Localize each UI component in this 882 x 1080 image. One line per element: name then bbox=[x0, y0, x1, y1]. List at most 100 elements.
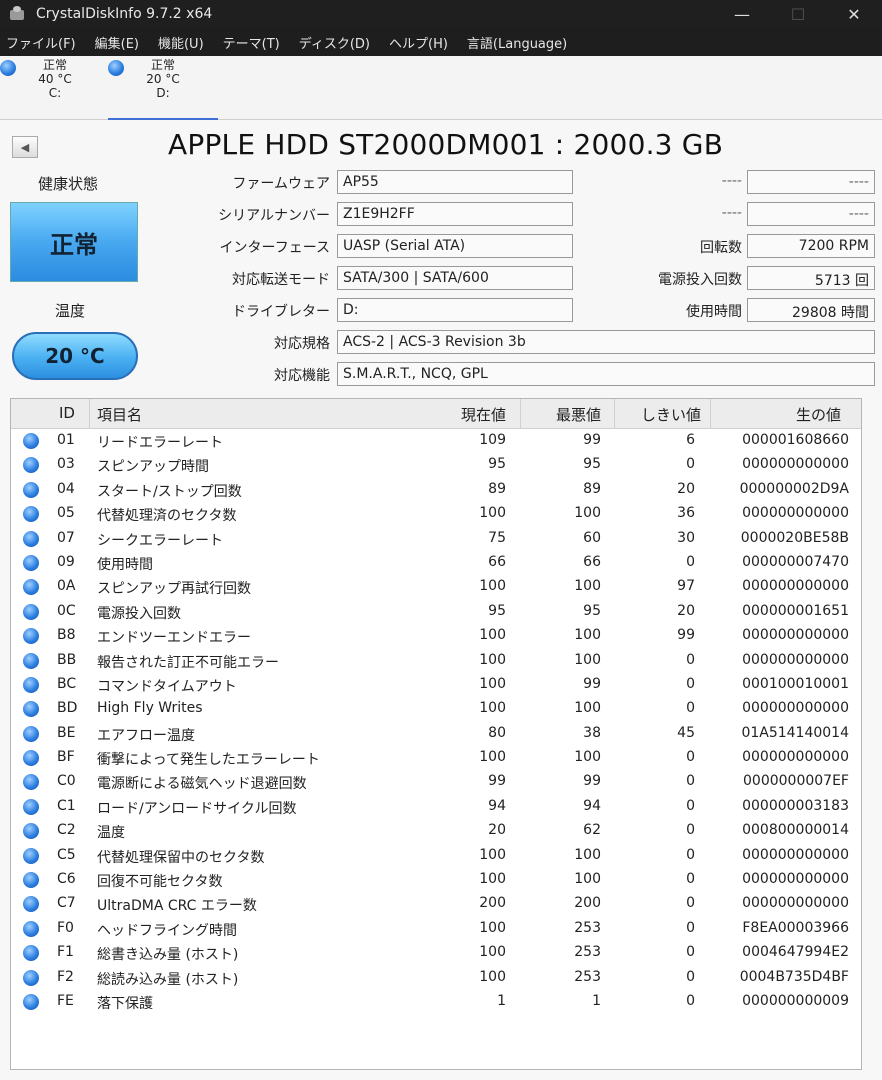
menu-help[interactable]: ヘルプ(H) bbox=[389, 33, 448, 52]
threshold-value: 0 bbox=[686, 871, 695, 888]
table-row[interactable]: BB 報告された訂正不可能エラー 100 100 0 000000000000 bbox=[11, 649, 861, 673]
attribute-name: シークエラーレート bbox=[97, 532, 223, 549]
header-divider bbox=[520, 399, 521, 429]
rotation-field: 7200 RPM bbox=[747, 234, 875, 258]
previous-disk-button[interactable]: ◀ bbox=[12, 136, 38, 158]
table-row[interactable]: C2 温度 20 62 0 000800000014 bbox=[11, 819, 861, 843]
raw-value: 000100010001 bbox=[742, 675, 849, 692]
table-row[interactable]: F0 ヘッドフライング時間 100 253 0 F8EA00003966 bbox=[11, 917, 861, 941]
drive-status: 正常 bbox=[150, 58, 175, 72]
header-raw[interactable]: 生の値 bbox=[796, 404, 841, 425]
attribute-id: C6 bbox=[57, 871, 76, 888]
raw-value: 0004647994E2 bbox=[742, 944, 849, 961]
header-name[interactable]: 項目名 bbox=[97, 404, 142, 425]
table-row[interactable]: FE 落下保護 1 1 0 000000000009 bbox=[11, 990, 861, 1014]
table-row[interactable]: 0C 電源投入回数 95 95 20 000000001651 bbox=[11, 600, 861, 624]
table-row[interactable]: C0 電源断による磁気ヘッド退避回数 99 99 0 0000000007EF bbox=[11, 770, 861, 794]
raw-value: 000000002D9A bbox=[739, 480, 849, 497]
raw-value: 000000000000 bbox=[742, 846, 849, 863]
drive-status-dot bbox=[108, 60, 124, 76]
threshold-value: 0 bbox=[686, 968, 695, 985]
minimize-button[interactable]: — bbox=[714, 0, 770, 28]
menu-disk[interactable]: ディスク(D) bbox=[299, 33, 370, 52]
header-worst[interactable]: 最悪値 bbox=[556, 404, 601, 425]
drive-letter-field: D: bbox=[337, 298, 573, 322]
table-row[interactable]: BD High Fly Writes 100 100 0 000000000000 bbox=[11, 697, 861, 721]
status-dot-icon bbox=[23, 993, 39, 1010]
current-value: 75 bbox=[488, 529, 506, 546]
close-button[interactable]: ✕ bbox=[826, 0, 882, 28]
table-row[interactable]: 04 スタート/ストップ回数 89 89 20 000000002D9A bbox=[11, 478, 861, 502]
attribute-name: High Fly Writes bbox=[97, 700, 203, 717]
table-row[interactable]: 0A スピンアップ再試行回数 100 100 97 000000000000 bbox=[11, 575, 861, 599]
attribute-id: BB bbox=[57, 651, 77, 668]
threshold-value: 0 bbox=[686, 456, 695, 473]
table-row[interactable]: BE エアフロー温度 80 38 45 01A514140014 bbox=[11, 722, 861, 746]
worst-value: 100 bbox=[574, 651, 601, 668]
raw-value: 000800000014 bbox=[742, 822, 849, 839]
attribute-id: C7 bbox=[57, 895, 76, 912]
drive-tab-c[interactable]: 正常 40 °C C: bbox=[0, 58, 110, 116]
raw-value: 0004B735D4BF bbox=[739, 968, 849, 985]
table-row[interactable]: C7 UltraDMA CRC エラー数 200 200 0 000000000000 bbox=[11, 892, 861, 916]
temperature-button[interactable]: 20 °C bbox=[12, 332, 138, 380]
table-row[interactable]: F2 総読み込み量 (ホスト) 100 253 0 0004B735D4BF bbox=[11, 966, 861, 990]
table-row[interactable]: F1 総書き込み量 (ホスト) 100 253 0 0004647994E2 bbox=[11, 941, 861, 965]
table-row[interactable]: C1 ロード/アンロードサイクル回数 94 94 0 000000003183 bbox=[11, 795, 861, 819]
status-dot-icon bbox=[23, 676, 39, 693]
menu-theme[interactable]: テーマ(T) bbox=[223, 33, 280, 52]
current-value: 100 bbox=[479, 846, 506, 863]
status-dot-icon bbox=[23, 896, 39, 913]
table-row[interactable]: 03 スピンアップ時間 95 95 0 000000000000 bbox=[11, 453, 861, 477]
menu-file[interactable]: ファイル(F) bbox=[6, 33, 76, 52]
drive-status: 正常 bbox=[42, 58, 67, 72]
power-on-count-field: 5713 回 bbox=[747, 266, 875, 290]
current-value: 1 bbox=[497, 992, 506, 1009]
table-row[interactable]: 09 使用時間 66 66 0 000000007470 bbox=[11, 551, 861, 575]
worst-value: 1 bbox=[592, 992, 601, 1009]
raw-value: 000000000000 bbox=[742, 651, 849, 668]
attribute-name: ロード/アンロードサイクル回数 bbox=[97, 800, 297, 817]
raw-value: 000000000000 bbox=[742, 456, 849, 473]
menu-language[interactable]: 言語(Language) bbox=[467, 33, 567, 52]
table-row[interactable]: B8 エンドツーエンドエラー 100 100 99 000000000000 bbox=[11, 624, 861, 648]
worst-value: 253 bbox=[574, 968, 601, 985]
table-row[interactable]: BC コマンドタイムアウト 100 99 0 000100010001 bbox=[11, 673, 861, 697]
raw-value: 01A514140014 bbox=[741, 724, 849, 741]
worst-value: 95 bbox=[583, 602, 601, 619]
attribute-id: F0 bbox=[57, 919, 74, 936]
threshold-value: 0 bbox=[686, 749, 695, 766]
health-status-button[interactable]: 正常 bbox=[10, 202, 138, 282]
threshold-value: 0 bbox=[686, 944, 695, 961]
raw-value: 000000000009 bbox=[742, 992, 849, 1009]
attribute-id: 09 bbox=[57, 553, 75, 570]
table-row[interactable]: 01 リードエラーレート 109 99 6 000001608660 bbox=[11, 429, 861, 453]
status-dot-icon bbox=[23, 847, 39, 864]
header-current[interactable]: 現在値 bbox=[461, 404, 506, 425]
smart-table[interactable]: ID 項目名 現在値 最悪値 しきい値 生の値 01 リードエラーレート 109 99… bbox=[10, 398, 862, 1070]
menu-function[interactable]: 機能(U) bbox=[158, 33, 204, 52]
worst-value: 99 bbox=[583, 675, 601, 692]
current-value: 100 bbox=[479, 627, 506, 644]
table-row[interactable]: 05 代替処理済のセクタ数 100 100 36 000000000000 bbox=[11, 502, 861, 526]
table-row[interactable]: C5 代替処理保留中のセクタ数 100 100 0 000000000000 bbox=[11, 844, 861, 868]
threshold-value: 0 bbox=[686, 651, 695, 668]
temperature-label: 温度 bbox=[55, 302, 86, 320]
table-row[interactable]: C6 回復不可能セクタ数 100 100 0 000000000000 bbox=[11, 868, 861, 892]
header-threshold[interactable]: しきい値 bbox=[641, 404, 701, 425]
table-row[interactable]: 07 シークエラーレート 75 60 30 0000020BE58B bbox=[11, 527, 861, 551]
table-row[interactable]: BF 衝撃によって発生したエラーレート 100 100 0 000000000000 bbox=[11, 746, 861, 770]
threshold-value: 30 bbox=[677, 529, 695, 546]
threshold-value: 0 bbox=[686, 773, 695, 790]
attribute-id: BD bbox=[57, 700, 78, 717]
attribute-id: 04 bbox=[57, 480, 75, 497]
drive-tab-d[interactable]: 正常 20 °C D: bbox=[108, 58, 218, 120]
threshold-value: 20 bbox=[677, 602, 695, 619]
threshold-value: 0 bbox=[686, 675, 695, 692]
attribute-name: スタート/ストップ回数 bbox=[97, 483, 242, 500]
header-id[interactable]: ID bbox=[59, 404, 75, 422]
menu-edit[interactable]: 編集(E) bbox=[95, 33, 139, 52]
maximize-button[interactable]: ☐ bbox=[770, 0, 826, 28]
current-value: 95 bbox=[488, 602, 506, 619]
attribute-name: UltraDMA CRC エラー数 bbox=[97, 898, 257, 915]
